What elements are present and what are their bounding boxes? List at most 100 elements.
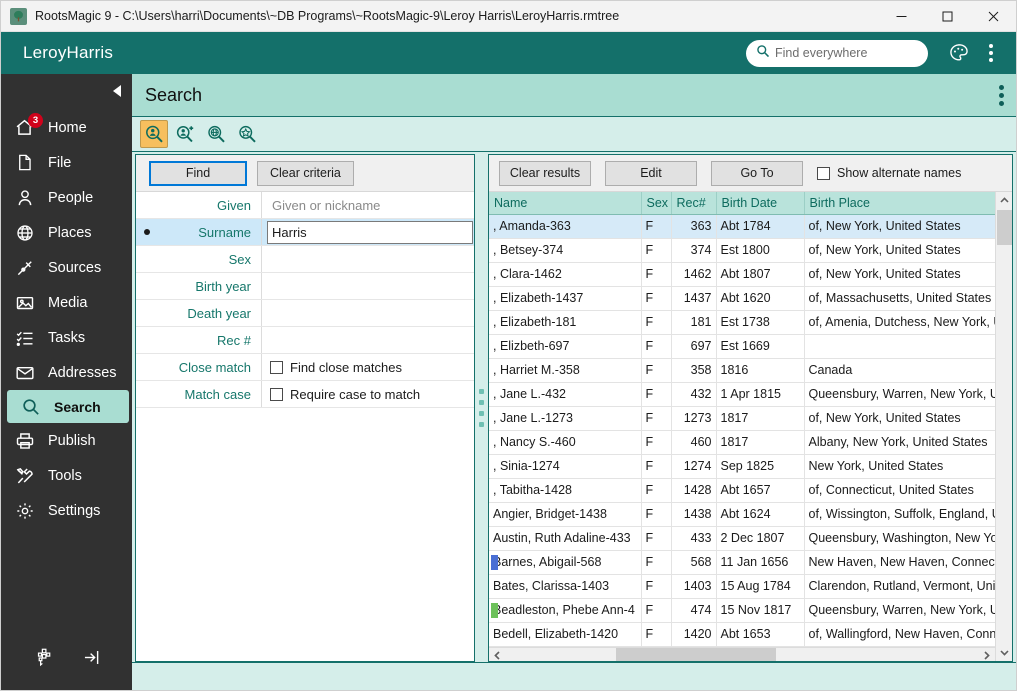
sidebar-item-places[interactable]: Places xyxy=(1,215,132,250)
cell-birth-date: 2 Dec 1807 xyxy=(716,526,804,550)
hscroll-track[interactable] xyxy=(506,647,978,661)
checkbox-icon[interactable] xyxy=(270,361,283,374)
table-row[interactable]: , Nancy S.-460F4601817Albany, New York, … xyxy=(489,430,995,454)
checkbox-icon[interactable] xyxy=(270,388,283,401)
cell-birth-place: of, New York, United States xyxy=(804,238,995,262)
col-header-rec[interactable]: Rec# xyxy=(671,192,716,214)
horizontal-scrollbar[interactable] xyxy=(489,647,995,662)
table-row[interactable]: Bedell, Elizabeth-1420F1420Abt 1653of, W… xyxy=(489,622,995,646)
criteria-field[interactable] xyxy=(261,246,474,272)
criteria-field[interactable] xyxy=(261,273,474,299)
page-menu-button[interactable] xyxy=(986,80,1016,110)
criteria-row-sex[interactable]: Sex xyxy=(136,246,474,273)
go-to-button[interactable]: Go To xyxy=(711,161,803,186)
col-header-birth-place[interactable]: Birth Place xyxy=(804,192,995,214)
sidebar-item-tools[interactable]: Tools xyxy=(1,458,132,493)
criteria-row-surname[interactable]: Surname xyxy=(136,219,474,246)
family-tree-icon[interactable] xyxy=(31,647,52,673)
sex-input[interactable] xyxy=(267,248,473,271)
table-row[interactable]: , Amanda-363F363Abt 1784of, New York, Un… xyxy=(489,214,995,238)
scroll-up-button[interactable] xyxy=(996,192,1013,209)
sidebar-item-sources[interactable]: Sources xyxy=(1,250,132,285)
criteria-field[interactable] xyxy=(261,300,474,326)
require-case-checkbox[interactable]: Require case to match xyxy=(267,387,420,402)
minimize-button[interactable] xyxy=(878,1,924,32)
pane-splitter[interactable] xyxy=(475,154,488,662)
table-row[interactable]: , Jane L.-432F4321 Apr 1815Queensbury, W… xyxy=(489,382,995,406)
table-row[interactable]: , Tabitha-1428F1428Abt 1657of, Connectic… xyxy=(489,478,995,502)
sidebar-item-file[interactable]: File xyxy=(1,145,132,180)
cell-birth-place: of, Wissington, Suffolk, England, Unit xyxy=(804,502,995,526)
table-row[interactable]: Angier, Bridget-1438F1438Abt 1624of, Wis… xyxy=(489,502,995,526)
sidebar-item-addresses[interactable]: Addresses xyxy=(1,355,132,390)
surname-input[interactable] xyxy=(267,221,473,244)
criteria-field[interactable]: Require case to match xyxy=(261,381,474,407)
scroll-left-button[interactable] xyxy=(489,647,506,661)
birth-year-input[interactable] xyxy=(267,275,473,298)
database-name: LeroyHarris xyxy=(23,43,746,63)
table-row[interactable]: , Jane L.-1273F12731817of, New York, Uni… xyxy=(489,406,995,430)
table-row[interactable]: , Sinia-1274F1274Sep 1825New York, Unite… xyxy=(489,454,995,478)
sidebar-item-settings[interactable]: Settings xyxy=(1,493,132,528)
sidebar-item-media[interactable]: Media xyxy=(1,285,132,320)
table-row[interactable]: , Betsey-374F374Est 1800of, New York, Un… xyxy=(489,238,995,262)
palette-icon[interactable] xyxy=(944,38,974,68)
criteria-row-death-year[interactable]: Death year xyxy=(136,300,474,327)
search-person-icon[interactable] xyxy=(140,120,168,148)
vscroll-thumb[interactable] xyxy=(997,210,1012,245)
col-header-birth-date[interactable]: Birth Date xyxy=(716,192,804,214)
sidebar-item-home[interactable]: 3 Home xyxy=(1,110,132,145)
table-row[interactable]: Austin, Ruth Adaline-433F4332 Dec 1807Qu… xyxy=(489,526,995,550)
table-row[interactable]: Barnes, Abigail-568F56811 Jan 1656New Ha… xyxy=(489,550,995,574)
find-close-matches-checkbox[interactable]: Find close matches xyxy=(267,360,402,375)
criteria-field[interactable] xyxy=(261,327,474,353)
table-row[interactable]: , Elizbeth-697F697Est 1669 xyxy=(489,334,995,358)
given-input[interactable] xyxy=(267,194,473,217)
col-header-sex[interactable]: Sex xyxy=(641,192,671,214)
cell-name: , Elizbeth-697 xyxy=(489,334,641,358)
find-everywhere-box[interactable]: Find everywhere xyxy=(746,40,928,67)
table-row[interactable]: , Harriet M.-358F3581816Canada xyxy=(489,358,995,382)
search-add-person-icon[interactable] xyxy=(171,120,199,148)
sidebar-item-label: Search xyxy=(54,399,101,415)
criteria-field[interactable] xyxy=(261,219,474,245)
criteria-field[interactable]: Find close matches xyxy=(261,354,474,380)
death-year-input[interactable] xyxy=(267,302,473,325)
hscroll-thumb[interactable] xyxy=(616,648,776,661)
criteria-row-given[interactable]: Given xyxy=(136,192,474,219)
col-header-name[interactable]: Name xyxy=(489,192,641,214)
sidebar-item-tasks[interactable]: Tasks xyxy=(1,320,132,355)
close-button[interactable] xyxy=(970,1,1016,32)
cell-name: Bedell, Elizabeth-1420 xyxy=(489,622,641,646)
sidebar-item-search[interactable]: Search xyxy=(7,390,129,423)
maximize-button[interactable] xyxy=(924,1,970,32)
checkbox-icon[interactable] xyxy=(817,167,830,180)
criteria-row-birth-year[interactable]: Birth year xyxy=(136,273,474,300)
kebab-menu-icon xyxy=(989,44,993,62)
rec-number-input[interactable] xyxy=(267,329,473,352)
search-favorite-icon[interactable] xyxy=(233,120,261,148)
log-out-icon[interactable] xyxy=(81,647,102,673)
clear-criteria-button[interactable]: Clear criteria xyxy=(257,161,354,186)
criteria-row-rec-number[interactable]: Rec # xyxy=(136,327,474,354)
header-menu-button[interactable] xyxy=(976,38,1006,68)
search-web-icon[interactable] xyxy=(202,120,230,148)
table-row[interactable]: , Elizabeth-181F181Est 1738of, Amenia, D… xyxy=(489,310,995,334)
scroll-right-button[interactable] xyxy=(978,647,995,661)
table-row[interactable]: Beadleston, Phebe Ann-4F47415 Nov 1817Qu… xyxy=(489,598,995,622)
clear-results-button[interactable]: Clear results xyxy=(499,161,591,186)
criteria-row-match-case[interactable]: Match case Require case to match xyxy=(136,381,474,408)
table-row[interactable]: , Clara-1462F1462Abt 1807of, New York, U… xyxy=(489,262,995,286)
table-row[interactable]: , Elizabeth-1437F1437Abt 1620of, Massach… xyxy=(489,286,995,310)
criteria-field[interactable] xyxy=(261,192,474,218)
table-row[interactable]: Bates, Clarissa-1403F140315 Aug 1784Clar… xyxy=(489,574,995,598)
vertical-scrollbar[interactable] xyxy=(995,192,1012,661)
sidebar-item-publish[interactable]: Publish xyxy=(1,423,132,458)
scroll-down-button[interactable] xyxy=(996,644,1013,661)
criteria-row-close-match[interactable]: Close match Find close matches xyxy=(136,354,474,381)
show-alternate-names-checkbox[interactable]: Show alternate names xyxy=(817,166,961,180)
sidebar-item-people[interactable]: People xyxy=(1,180,132,215)
sidebar-collapse-button[interactable] xyxy=(1,74,132,107)
edit-button[interactable]: Edit xyxy=(605,161,697,186)
find-button[interactable]: Find xyxy=(149,161,247,186)
